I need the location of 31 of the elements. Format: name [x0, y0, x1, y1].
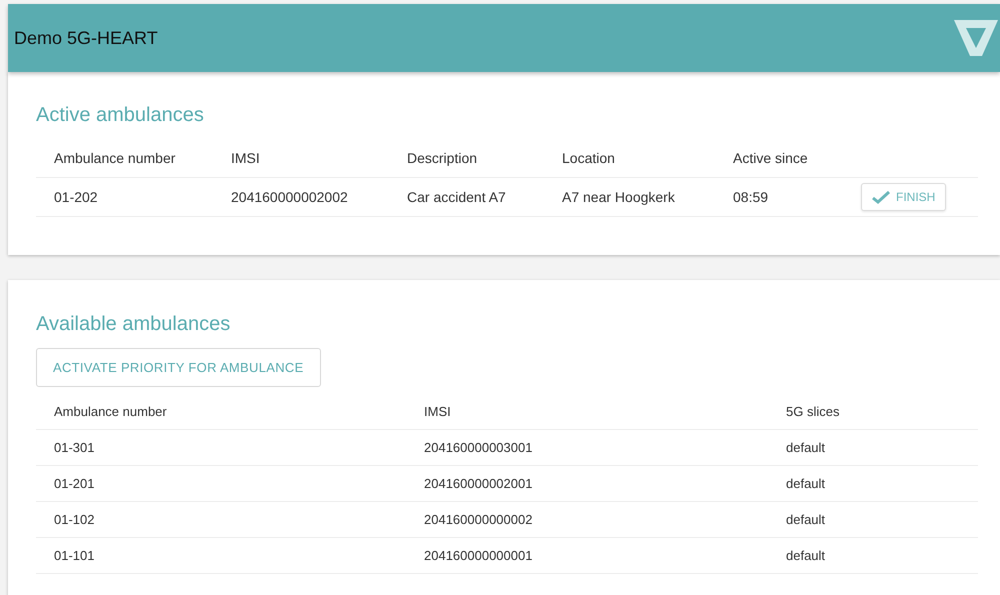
column-header: 5G slices	[786, 404, 840, 418]
activate-priority-button[interactable]: ACTIVATE PRIORITY FOR AMBULANCE	[36, 348, 321, 387]
column-header: IMSI	[231, 150, 261, 166]
column-header: Active since	[733, 150, 809, 166]
finish-button[interactable]: FINISH	[861, 183, 946, 211]
table-cell-text: default	[786, 440, 826, 455]
column-header: Description	[407, 150, 478, 166]
table-cell-text: 204160000002001	[424, 476, 534, 491]
table-cell-text: 01-101	[54, 548, 96, 563]
section-title: Available ambulances	[36, 313, 232, 336]
section-title: Active ambulances	[36, 104, 205, 127]
column-header: Ambulance number	[54, 150, 176, 166]
column-header: IMSI	[424, 404, 452, 418]
table-cell-text: 01-102	[54, 512, 96, 527]
table-cell-text: 01-201	[54, 476, 96, 491]
table-cell-text: default	[786, 476, 826, 491]
table-cell-text: default	[786, 548, 826, 563]
app-title: Demo 5G-HEART	[14, 28, 158, 48]
table-cell-text: 204160000002002	[231, 189, 349, 205]
table-cell-text: 08:59	[733, 189, 770, 205]
column-header: Location	[562, 150, 616, 166]
table-cell-text: A7 near Hoogkerk	[562, 189, 676, 205]
table-cell-text: 01-301	[54, 440, 96, 455]
table-cell-text: default	[786, 512, 826, 527]
table-cell-text: 204160000000002	[424, 512, 534, 527]
table-cell-text: Car accident A7	[407, 189, 507, 205]
table-cell-text: 204160000000001	[424, 548, 534, 563]
check-icon	[872, 190, 890, 204]
column-header: Ambulance number	[54, 404, 168, 418]
table-cell-text: 204160000003001	[424, 440, 534, 455]
table-cell-text: 01-202	[54, 189, 99, 205]
